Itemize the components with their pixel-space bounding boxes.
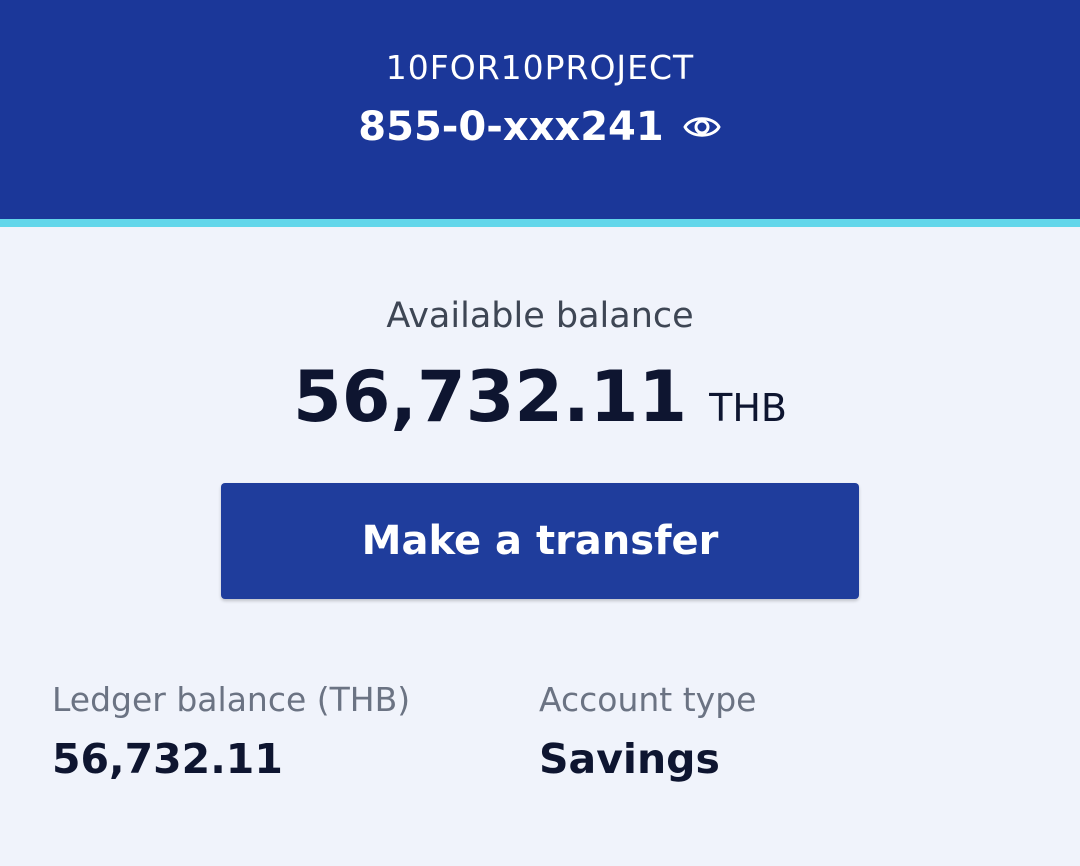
eye-icon[interactable] — [682, 107, 722, 147]
account-type-value: Savings — [539, 735, 720, 783]
make-transfer-button[interactable]: Make a transfer — [221, 483, 859, 599]
make-transfer-label: Make a transfer — [361, 518, 719, 564]
account-name: 10FOR10PROJECT — [385, 48, 695, 87]
available-balance-label: Available balance — [386, 296, 694, 336]
header-accent-line — [0, 219, 1080, 227]
account-number: 855-0-xxx241 — [358, 104, 664, 150]
ledger-balance-value: 56,732.11 — [52, 735, 283, 783]
available-balance-amount: 56,732.11 — [293, 356, 688, 438]
balance-currency: THB — [709, 386, 787, 430]
available-balance: 56,732.11 THB — [0, 356, 1080, 438]
ledger-balance-label: Ledger balance (THB) — [52, 680, 411, 719]
account-number-row: 855-0-xxx241 — [0, 104, 1080, 150]
account-type-label: Account type — [539, 680, 757, 719]
